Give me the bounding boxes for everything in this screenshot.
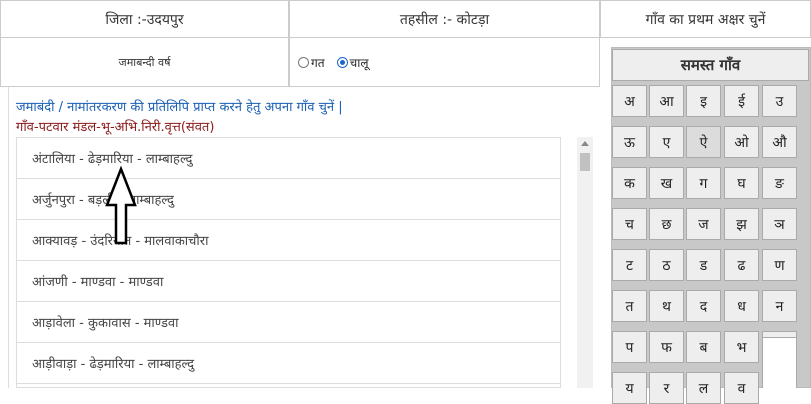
letter-button[interactable]: ड bbox=[686, 249, 721, 281]
letter-button[interactable]: ठ bbox=[649, 249, 684, 281]
village-item[interactable]: अर्जुनपुरा - बड़ली - लाम्बाहल्दु bbox=[17, 179, 560, 220]
letter-button[interactable]: द bbox=[686, 290, 721, 322]
empty-letter-slot bbox=[762, 337, 797, 388]
letter-button[interactable]: उ bbox=[762, 85, 797, 117]
letter-button[interactable]: व bbox=[724, 372, 759, 404]
letter-button[interactable]: ए bbox=[649, 126, 684, 158]
district-label: जिला :-उदयपुर bbox=[105, 11, 184, 28]
scroll-up-icon[interactable] bbox=[581, 141, 589, 146]
letter-button[interactable]: थ bbox=[649, 290, 684, 322]
letter-button[interactable]: अ bbox=[612, 85, 647, 117]
village-item[interactable]: आक्यावड़ - उंदरियात - मालवाकाचौरा bbox=[17, 220, 560, 261]
letter-button[interactable]: न bbox=[762, 290, 797, 322]
instruction-text: जमाबंदी / नामांतरकरण की प्रतिलिपि प्राप्… bbox=[16, 100, 343, 115]
village-item[interactable]: आंजणी - माण्डवा - माण्डवा bbox=[17, 261, 560, 302]
village-item[interactable]: आड़ीवाड़ा - ढेड़मारिया - लाम्बाहल्दु bbox=[17, 343, 560, 384]
list-subheading: गाँव-पटवार मंडल-भू-अभि.निरी.वृत्त(संवत) bbox=[16, 120, 215, 135]
letter-button[interactable]: ण bbox=[762, 249, 797, 281]
village-list: अंटालिया - ढेड़मारिया - लाम्बाहल्दु अर्जु… bbox=[16, 137, 561, 388]
letter-button[interactable]: क bbox=[612, 167, 647, 199]
letter-button[interactable]: ओ bbox=[724, 126, 759, 158]
letter-button[interactable]: ऐ bbox=[686, 126, 721, 158]
letter-button[interactable]: ज bbox=[686, 208, 721, 240]
year-label-cell: जमाबन्दी वर्ष bbox=[0, 38, 289, 87]
radio-current-year[interactable]: चालू bbox=[336, 54, 369, 71]
letter-button[interactable]: र bbox=[649, 372, 684, 404]
all-villages-button[interactable]: समस्त गाँव bbox=[612, 49, 809, 81]
letter-button[interactable]: य bbox=[612, 372, 647, 404]
letter-select-header: गाँव का प्रथम अक्षर चुनें bbox=[600, 0, 811, 38]
letter-button[interactable]: फ bbox=[649, 331, 684, 363]
letter-button[interactable]: ल bbox=[686, 372, 721, 404]
tehsil-label: तहसील :- कोटड़ा bbox=[399, 11, 490, 28]
letter-button[interactable]: ख bbox=[649, 167, 684, 199]
letter-button[interactable]: त bbox=[612, 290, 647, 322]
letter-button[interactable]: ग bbox=[686, 167, 721, 199]
letter-button[interactable]: भ bbox=[724, 331, 759, 363]
letter-button[interactable]: प bbox=[612, 331, 647, 363]
village-list-scrollbar[interactable] bbox=[577, 137, 593, 388]
letter-button[interactable]: ञ bbox=[762, 208, 797, 240]
up-arrow-icon bbox=[105, 165, 137, 245]
letter-button[interactable]: ध bbox=[724, 290, 759, 322]
village-item[interactable]: अंटालिया - ढेड़मारिया - लाम्बाहल्दु bbox=[17, 138, 560, 179]
letter-button[interactable]: घ bbox=[724, 167, 759, 199]
radio-current-label[interactable]: चालू bbox=[350, 54, 369, 71]
letter-button[interactable]: औ bbox=[762, 126, 797, 158]
letter-button[interactable]: इ bbox=[686, 85, 721, 117]
radio-previous-label[interactable]: गत bbox=[311, 54, 325, 71]
letter-select-title: गाँव का प्रथम अक्षर चुनें bbox=[645, 11, 766, 28]
radio-previous-icon[interactable] bbox=[298, 56, 309, 68]
radio-current-icon[interactable] bbox=[336, 56, 348, 68]
radio-previous-year[interactable]: गत bbox=[298, 54, 325, 71]
letter-button[interactable]: ई bbox=[724, 85, 759, 117]
village-item[interactable]: आड़ावेला - कुकावास - माण्डवा bbox=[17, 302, 560, 343]
letter-button[interactable]: छ bbox=[649, 208, 684, 240]
letter-button[interactable]: झ bbox=[724, 208, 759, 240]
tehsil-header: तहसील :- कोटड़ा bbox=[289, 0, 600, 38]
year-radio-group: गत चालू bbox=[289, 38, 600, 87]
letter-button[interactable]: ब bbox=[686, 331, 721, 363]
district-header: जिला :-उदयपुर bbox=[0, 0, 289, 38]
letter-button[interactable]: ऊ bbox=[612, 126, 647, 158]
letter-button[interactable]: ढ bbox=[724, 249, 759, 281]
scroll-thumb[interactable] bbox=[580, 153, 590, 171]
letter-button[interactable]: च bbox=[612, 208, 647, 240]
year-label: जमाबन्दी वर्ष bbox=[118, 55, 171, 69]
letter-button[interactable]: ट bbox=[612, 249, 647, 281]
letter-button[interactable]: आ bbox=[649, 85, 684, 117]
letter-button[interactable]: ङ bbox=[762, 167, 797, 199]
